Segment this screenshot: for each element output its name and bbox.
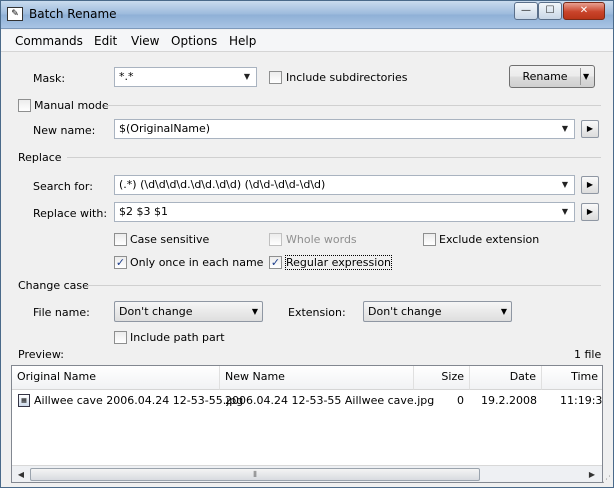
menu-commands[interactable]: Commands <box>15 34 83 48</box>
change-case-separator <box>87 285 601 286</box>
file-name-label: File name: <box>33 306 90 319</box>
column-header-time[interactable]: Time <box>542 366 602 390</box>
manual-mode-label: Manual mode <box>34 99 109 112</box>
scroll-left-icon[interactable]: ◀ <box>13 467 29 482</box>
title-bar[interactable]: ✎ Batch Rename — ☐ ✕ <box>1 1 613 29</box>
chevron-down-icon: ▼ <box>251 307 258 316</box>
batch-rename-window: ✎ Batch Rename — ☐ ✕ Commands Edit View … <box>0 0 614 488</box>
column-header-date[interactable]: Date <box>470 366 542 390</box>
exclude-extension-checkbox[interactable] <box>423 233 436 246</box>
whole-words-checkbox[interactable] <box>269 233 282 246</box>
scroll-right-icon[interactable]: ▶ <box>584 467 600 482</box>
menu-help[interactable]: Help <box>229 34 256 48</box>
preview-count: 1 file <box>574 348 602 361</box>
search-for-insert-button[interactable]: ▶ <box>581 176 599 194</box>
chevron-down-icon[interactable]: ▼ <box>558 203 572 221</box>
menu-bar: Commands Edit View Options Help <box>1 30 613 52</box>
column-header-size[interactable]: Size <box>414 366 470 390</box>
row-time[interactable]: 11:19:35 <box>560 392 602 410</box>
horizontal-scrollbar[interactable]: ◀ ⦀ ▶ <box>12 465 602 482</box>
scrollbar-thumb[interactable]: ⦀ <box>30 468 480 481</box>
check-mark-icon: ✓ <box>270 256 281 269</box>
mask-value: *.* <box>119 70 134 83</box>
replace-with-value: $2 $3 $1 <box>119 205 168 218</box>
search-for-value: (.*) (\d\d\d\d.\d\d.\d\d) (\d\d-\d\d-\d\… <box>119 178 326 191</box>
preview-list[interactable]: Original Name New Name Size Date Time ▦ … <box>11 365 603 483</box>
mask-combo[interactable]: *.* ▼ <box>114 67 257 87</box>
new-name-value: $(OriginalName) <box>119 122 211 135</box>
search-for-combo[interactable]: (.*) (\d\d\d\d.\d\d.\d\d) (\d\d-\d\d-\d\… <box>114 175 575 195</box>
row-new-name[interactable]: 2006.04.24 12-53-55 Aillwee cave.jpg <box>225 392 434 410</box>
app-icon: ✎ <box>7 7 23 21</box>
new-name-insert-button[interactable]: ▶ <box>581 120 599 138</box>
chevron-down-icon[interactable]: ▼ <box>558 176 572 194</box>
chevron-down-icon[interactable]: ▼ <box>583 66 589 87</box>
chevron-down-icon[interactable]: ▼ <box>240 68 254 86</box>
regular-expression-checkbox[interactable]: ✓ <box>269 256 282 269</box>
rename-button[interactable]: Rename ▼ <box>509 65 595 88</box>
preview-label: Preview: <box>18 348 64 361</box>
image-file-icon: ▦ <box>18 394 30 407</box>
case-sensitive-label: Case sensitive <box>130 233 210 246</box>
include-path-part-label: Include path part <box>130 331 225 344</box>
replace-separator <box>67 157 601 158</box>
column-header-new-name[interactable]: New Name <box>220 366 414 390</box>
file-name-case-value: Don't change <box>119 305 193 318</box>
row-original-name[interactable]: Aillwee cave 2006.04.24 12-53-55.jpg <box>34 392 243 410</box>
manual-mode-checkbox[interactable] <box>18 99 31 112</box>
exclude-extension-label: Exclude extension <box>439 233 540 246</box>
chevron-down-icon: ▼ <box>500 307 507 316</box>
mask-label: Mask: <box>33 72 66 85</box>
regular-expression-label: Regular expression <box>284 255 393 270</box>
extension-case-dropdown[interactable]: Don't change ▼ <box>363 301 512 322</box>
close-button[interactable]: ✕ <box>563 2 605 20</box>
replace-group-label: Replace <box>18 151 62 164</box>
only-once-label: Only once in each name <box>130 256 264 269</box>
whole-words-label: Whole words <box>286 233 357 246</box>
chevron-down-icon[interactable]: ▼ <box>558 120 572 138</box>
case-sensitive-checkbox[interactable] <box>114 233 127 246</box>
row-date[interactable]: 19.2.2008 <box>470 392 537 410</box>
replace-with-combo[interactable]: $2 $3 $1 ▼ <box>114 202 575 222</box>
window-title: Batch Rename <box>29 7 117 21</box>
include-subdirectories-label: Include subdirectories <box>286 71 408 84</box>
file-name-case-dropdown[interactable]: Don't change ▼ <box>114 301 263 322</box>
menu-view[interactable]: View <box>131 34 159 48</box>
manual-mode-separator <box>105 105 601 106</box>
extension-label: Extension: <box>288 306 346 319</box>
only-once-checkbox[interactable]: ✓ <box>114 256 127 269</box>
new-name-label: New name: <box>33 124 96 137</box>
maximize-button[interactable]: ☐ <box>538 2 562 20</box>
menu-edit[interactable]: Edit <box>94 34 117 48</box>
extension-case-value: Don't change <box>368 305 442 318</box>
minimize-button[interactable]: — <box>514 2 538 20</box>
menu-options[interactable]: Options <box>171 34 217 48</box>
replace-with-label: Replace with: <box>33 207 108 220</box>
include-path-part-checkbox[interactable] <box>114 331 127 344</box>
change-case-group-label: Change case <box>18 279 89 292</box>
row-size[interactable]: 0 <box>414 392 464 410</box>
search-for-label: Search for: <box>33 180 93 193</box>
check-mark-icon: ✓ <box>115 256 126 269</box>
include-subdirectories-checkbox[interactable] <box>269 71 282 84</box>
resize-grip-icon[interactable]: ⋰ <box>602 475 611 485</box>
new-name-combo[interactable]: $(OriginalName) ▼ <box>114 119 575 139</box>
column-header-original-name[interactable]: Original Name <box>12 366 220 390</box>
rename-button-label: Rename <box>522 70 568 83</box>
rename-split-divider <box>580 68 581 85</box>
replace-with-insert-button[interactable]: ▶ <box>581 203 599 221</box>
